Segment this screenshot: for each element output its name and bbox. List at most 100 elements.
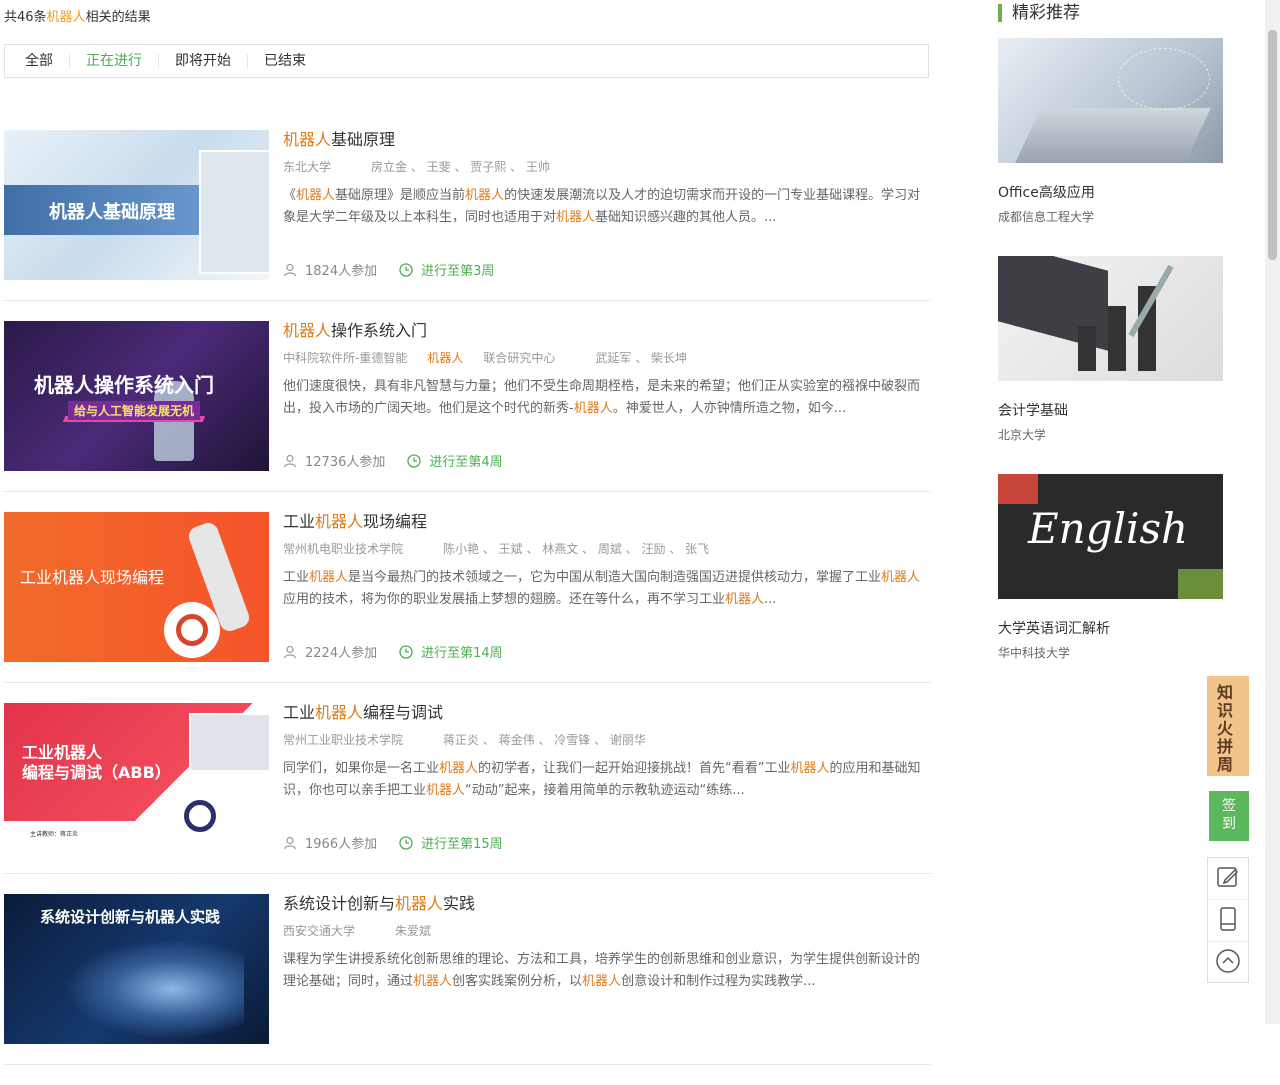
course-school[interactable]: 东北大学 [283,160,351,174]
thumbnail-title: 机器人操作系统入门 [34,373,214,397]
course-stats: 12736人参加 进行至第4周 [283,451,525,470]
text-segment: 同学们，如果你是一名工业 [283,761,440,776]
participant-count: 1824人参加 [305,264,378,279]
text-segment: 基础知识感兴趣的其他人员。... [595,210,777,225]
clock-icon [399,835,413,850]
course-meta: 常州机电职业技术学院 陈小艳 、 王斌 、 林燕文 、 周斌 、 汪励 、 张飞 [283,540,921,557]
recommend-title[interactable]: Office高级应用 [998,182,1224,202]
course-title[interactable]: 机器人基础原理 [283,130,921,150]
user-icon [283,645,297,659]
keyword-highlight: 机器人 [395,894,444,913]
keyword-highlight: 机器人 [573,401,613,416]
keyword-highlight: 机器人 [725,592,765,607]
mobile-app-button[interactable] [1208,900,1248,942]
course-school[interactable]: 常州工业职业技术学院 [283,733,423,747]
course-description: 《机器人基础原理》是顺应当前机器人的快速发展潮流以及人才的迫切需求而开设的一门专… [283,185,921,229]
clock-icon [407,453,422,468]
course-thumbnail[interactable]: 工业机器人现场编程 [4,512,269,662]
mobile-icon [1215,906,1241,936]
course-title[interactable]: 系统设计创新与机器人实践 [283,894,921,914]
course-progress: 进行至第3周 [421,264,495,279]
recommend-item[interactable]: English 大学英语词汇解析 华中科技大学 [998,474,1224,661]
course-title[interactable]: 机器人操作系统入门 [283,321,921,341]
recommend-title[interactable]: 会计学基础 [998,400,1224,420]
filter-all[interactable]: 全部 [5,54,70,68]
scrollbar-thumb[interactable] [1268,30,1277,260]
course-item[interactable]: 工业机器人现场编程 工业机器人现场编程 常州机电职业技术学院 陈小艳 、 王斌 、… [4,512,931,683]
course-thumbnail[interactable]: 系统设计创新与机器人实践 [4,894,269,1044]
text-segment: 中科院软件所-重德智能 [283,351,408,365]
text-segment: 西安交通大学 [283,924,356,938]
text-segment: 工业 [283,703,316,722]
floating-toolbar [1207,857,1249,983]
sign-in-button[interactable]: 签到 [1209,791,1249,841]
keyword-highlight: 机器人 [556,210,596,225]
course-item[interactable]: 工业机器人 编程与调试（ABB） 主讲教师：蒋正炎 工业机器人编程与调试 常州工… [4,703,931,874]
filter-ongoing[interactable]: 正在进行 [70,54,159,68]
course-thumbnail[interactable]: 工业机器人 编程与调试（ABB） 主讲教师：蒋正炎 [4,703,269,853]
text-segment: 的初学者，让我们一起开始迎接挑战！首先“看看”工业 [478,761,791,776]
back-to-top-button[interactable] [1208,942,1248,983]
thumbnail-subtitle: 给与人工智能发展无机 [68,401,201,420]
course-item[interactable]: 系统设计创新与机器人实践 系统设计创新与机器人实践 西安交通大学 朱爱斌 课程为学… [4,894,931,1065]
course-progress: 进行至第4周 [429,455,503,470]
course-teachers: 朱爱斌 [395,924,432,938]
course-teachers: 陈小艳 、 王斌 、 林燕文 、 周斌 、 汪励 、 张飞 [443,542,710,556]
text-segment: 工业 [283,570,310,585]
recommend-item[interactable]: 会计学基础 北京大学 [998,256,1224,443]
course-thumbnail[interactable]: 机器人操作系统入门 给与人工智能发展无机 [4,321,269,471]
user-icon [283,836,297,850]
search-result-count: 共46条机器人相关的结果 [4,10,151,25]
recommend-sidebar: 精彩推荐 Office高级应用 成都信息工程大学 会计学基础 北京大学 Engl… [998,0,1228,660]
filter-upcoming[interactable]: 即将开始 [159,54,248,68]
clock-icon [399,262,413,277]
course-list: 机器人基础原理 机器人基础原理 东北大学 房立金 、 王斐 、 贾子熙 、 王帅 … [4,130,931,1085]
text-segment: 常州机电职业技术学院 [283,542,404,556]
course-item[interactable]: 机器人基础原理 机器人基础原理 东北大学 房立金 、 王斐 、 贾子熙 、 王帅 … [4,130,931,301]
course-progress: 进行至第15周 [421,837,503,852]
text-segment: 《 [283,188,297,203]
recommend-thumbnail[interactable] [998,256,1223,381]
course-progress: 进行至第14周 [421,646,503,661]
user-icon [283,263,297,277]
text-segment: 工业 [283,512,316,531]
keyword-highlight: 机器人 [296,188,336,203]
keyword-highlight: 机器人 [439,761,479,776]
recommend-title[interactable]: 大学英语词汇解析 [998,618,1224,638]
page-scrollbar[interactable] [1265,0,1280,1024]
text-segment: 是当今最热门的技术领域之一，它为中国从制造大国向制造强国迈进提供核动力，掌握了工… [348,570,882,585]
english-chalk-text: English [1028,504,1189,553]
text-segment: 基础原理 [331,130,396,149]
course-description: 同学们，如果你是一名工业机器人的初学者，让我们一起开始迎接挑战！首先“看看”工业… [283,758,921,802]
thumbnail-title: 工业机器人现场编程 [20,568,165,587]
course-school[interactable]: 常州机电职业技术学院 [283,542,423,556]
course-thumbnail[interactable]: 机器人基础原理 [4,130,269,280]
text-segment: 编程与调试 [363,703,444,722]
keyword-highlight: 机器人 [315,512,364,531]
course-school[interactable]: 中科院软件所-重德智能 机器人 联合研究中心 [283,351,575,365]
course-stats: 1824人参加 进行至第3周 [283,260,516,279]
course-teachers: 蒋正炎 、 蒋金伟 、 冷雪锋 、 谢丽华 [443,733,646,747]
text-segment: 联合研究中心 [483,351,556,365]
edit-button[interactable] [1208,858,1248,900]
text-segment: 创客实践案例分析，以 [452,974,583,989]
recommend-school: 华中科技大学 [998,646,1071,660]
clock-icon [399,644,413,659]
keyword-highlight: 机器人 [413,974,453,989]
course-item[interactable]: 机器人操作系统入门 给与人工智能发展无机 机器人操作系统入门 中科院软件所-重德… [4,321,931,492]
course-school[interactable]: 西安交通大学 [283,924,375,938]
course-title[interactable]: 工业机器人现场编程 [283,512,921,532]
course-meta: 常州工业职业技术学院 蒋正炎 、 蒋金伟 、 冷雪锋 、 谢丽华 [283,731,921,748]
recommend-item[interactable]: Office高级应用 成都信息工程大学 [998,38,1224,225]
recommend-thumbnail[interactable]: English [998,474,1223,599]
promo-banner[interactable]: 知识火拼周 [1207,676,1249,776]
text-segment: 常州工业职业技术学院 [283,733,404,747]
text-segment: ... [764,592,777,607]
course-title[interactable]: 工业机器人编程与调试 [283,703,921,723]
participant-count: 2224人参加 [305,646,378,661]
recommend-thumbnail[interactable] [998,38,1223,163]
filter-ended[interactable]: 已结束 [248,54,322,68]
keyword-highlight: 机器人 [427,351,464,365]
search-keyword: 机器人 [46,10,86,25]
thumbnail-title: 工业机器人 编程与调试（ABB） [22,743,171,782]
